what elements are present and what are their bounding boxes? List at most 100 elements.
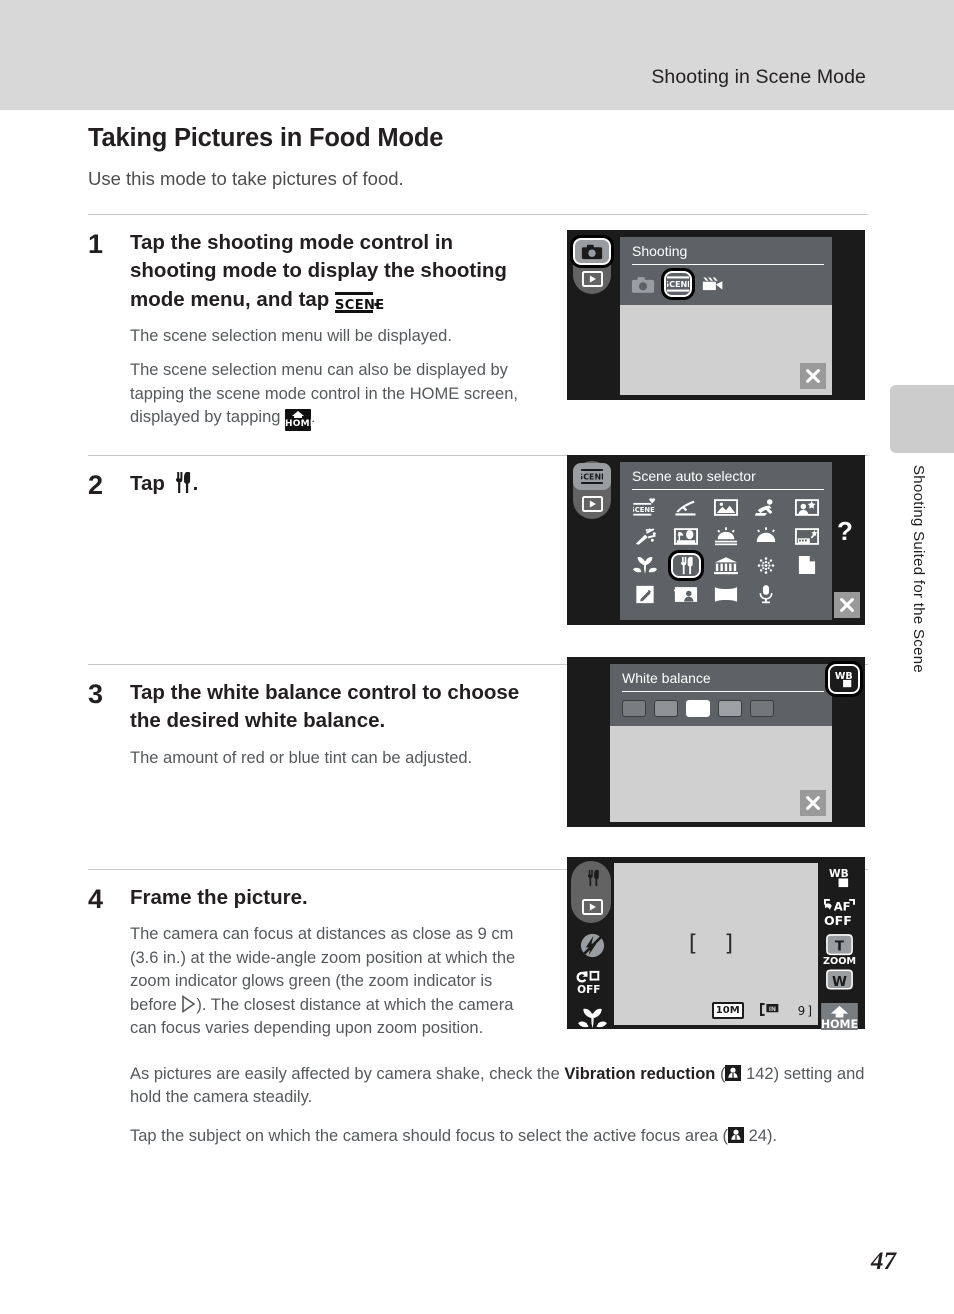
zoom-wide-icon[interactable]: W [818, 967, 860, 995]
svg-text:WB: WB [828, 868, 848, 880]
party-indoor-icon[interactable] [626, 523, 664, 549]
step-4-extra-1-pre: As pictures are easily affected by camer… [130, 1064, 565, 1083]
white-balance-icon[interactable]: WB [818, 861, 860, 893]
triangle-right-icon [181, 994, 196, 1013]
home-icon[interactable]: HOME [818, 1001, 860, 1031]
playback-icon[interactable] [573, 265, 611, 292]
mode-switch-pill [570, 235, 614, 294]
portrait-icon[interactable] [666, 494, 704, 520]
beach-snow-icon[interactable] [666, 523, 704, 549]
scene-mode-icon[interactable]: SCENE [573, 463, 611, 490]
landscape-icon[interactable] [707, 494, 745, 520]
shooting-menu-panel: Shooting SCENE [620, 237, 832, 305]
svg-text:IN: IN [768, 1005, 775, 1012]
white-balance-icon[interactable]: WB [825, 661, 863, 697]
framing-right-rail: WB AF OFF T ZOOM W HOME [818, 861, 862, 1031]
af-off-icon[interactable]: AF OFF [818, 893, 860, 931]
night-portrait-icon[interactable] [788, 494, 826, 520]
sunset-icon[interactable] [707, 523, 745, 549]
wb-swatch[interactable] [718, 700, 742, 717]
scene-selector-title: Scene auto selector [632, 468, 756, 484]
wb-swatch-selected[interactable] [686, 700, 710, 717]
step-2-number: 2 [88, 470, 104, 501]
step-4-extra-1: As pictures are easily affected by camer… [130, 1063, 868, 1110]
scene-icon-grid: SCENE [620, 490, 832, 611]
panorama-icon[interactable] [707, 581, 745, 607]
screen-scene-selector-display: Scene auto selector SCENE [620, 462, 832, 620]
voice-recording-icon[interactable] [747, 581, 785, 607]
step-4-extra-2: Tap the subject on which the camera shou… [130, 1125, 868, 1148]
copy-icon[interactable] [788, 552, 826, 578]
home-icon: HOME [285, 409, 316, 432]
svg-text:OFF: OFF [577, 984, 600, 994]
screen-framing: [ ] 10M IN 9 ] OFF WB AF OFF T ZOOM W HO… [567, 857, 865, 1031]
step-4-number: 4 [88, 884, 104, 915]
screen-shooting-menu: Shooting SCENE [567, 230, 865, 400]
fireworks-icon[interactable] [747, 552, 785, 578]
scene-selector-panel: Scene auto selector SCENE [620, 462, 832, 620]
close-icon[interactable] [834, 592, 860, 618]
macro-icon[interactable] [571, 1003, 613, 1033]
flash-off-icon[interactable] [571, 929, 613, 961]
step-3-number: 3 [88, 679, 104, 710]
shots-remaining-value: 9 [797, 1003, 806, 1018]
scene-icon-label: SCENE [335, 297, 385, 313]
home-icon-label: HOME [285, 419, 317, 430]
wb-swatch[interactable] [750, 700, 774, 717]
scene-icon[interactable]: SCENE [661, 268, 695, 300]
backlight-icon[interactable] [666, 581, 704, 607]
step-1-note-2: The scene selection menu can also be dis… [130, 359, 540, 432]
step-1-number: 1 [88, 229, 104, 259]
zoom-tele-icon[interactable]: T ZOOM [818, 931, 860, 967]
step-1-lead-text: Tap the shooting mode control in shootin… [130, 231, 507, 311]
svg-text:AF: AF [833, 899, 850, 913]
page-header-band [0, 0, 954, 110]
screen-white-balance: White balance WB [567, 657, 865, 827]
draw-icon[interactable] [626, 581, 664, 607]
scene-icon: SCENE [335, 291, 385, 313]
camera-mode-icon[interactable] [570, 235, 614, 268]
page-title: Taking Pictures in Food Mode [88, 124, 444, 152]
book-ref-icon [728, 1127, 744, 1144]
scene-selector-left-rail: SCENE [573, 461, 613, 519]
close-icon[interactable] [800, 363, 826, 389]
step-1-note-1: The scene selection menu will be display… [130, 326, 452, 345]
image-size-badge: 10M [711, 1002, 744, 1019]
playback-icon[interactable] [571, 893, 613, 921]
wb-swatch[interactable] [622, 700, 646, 717]
svg-text:OFF: OFF [824, 913, 852, 927]
shooting-menu-left-rail [570, 235, 614, 294]
step-4-extra-2-ref: 24 [744, 1127, 767, 1146]
wb-swatch[interactable] [654, 700, 678, 717]
step-4-instruction: Frame the picture. [130, 886, 308, 910]
shooting-mode-options: SCENE [620, 265, 832, 305]
self-timer-off-icon[interactable]: OFF [571, 963, 613, 999]
vibration-reduction-bold: Vibration reduction [564, 1064, 716, 1083]
step-3-instruction: Tap the white balance control to choose … [130, 681, 520, 733]
step-4-extra-1-mid: ( [715, 1064, 726, 1083]
white-balance-panel: White balance [610, 664, 832, 726]
step-2-lead-text: Tap [130, 472, 171, 496]
step-2-instruction: Tap . [130, 470, 540, 498]
scene-auto-selector-icon[interactable]: SCENE [626, 494, 664, 520]
food-fork-knife-icon [171, 471, 193, 494]
museum-icon[interactable] [707, 552, 745, 578]
step-3-note-1: The amount of red or blue tint can be ad… [130, 748, 473, 767]
close-icon[interactable] [800, 790, 826, 816]
dusk-dawn-icon[interactable] [747, 523, 785, 549]
movie-icon[interactable] [700, 271, 728, 297]
food-icon[interactable] [666, 549, 704, 581]
help-button[interactable]: ? [831, 514, 859, 548]
food-mode-icon[interactable] [571, 863, 613, 893]
framing-left-rail: OFF [571, 861, 613, 1033]
page-number: 47 [871, 1248, 896, 1275]
sports-icon[interactable] [747, 494, 785, 520]
camera-auto-icon[interactable] [630, 271, 656, 297]
night-landscape-icon[interactable] [788, 523, 826, 549]
close-up-icon[interactable] [626, 552, 664, 578]
shooting-menu-title: Shooting [632, 243, 688, 259]
playback-icon[interactable] [573, 490, 611, 517]
step-1-note-2-text: The scene selection menu can also be dis… [130, 361, 518, 427]
focus-area-brackets[interactable]: [ ] [689, 932, 743, 957]
book-ref-icon [725, 1064, 742, 1081]
